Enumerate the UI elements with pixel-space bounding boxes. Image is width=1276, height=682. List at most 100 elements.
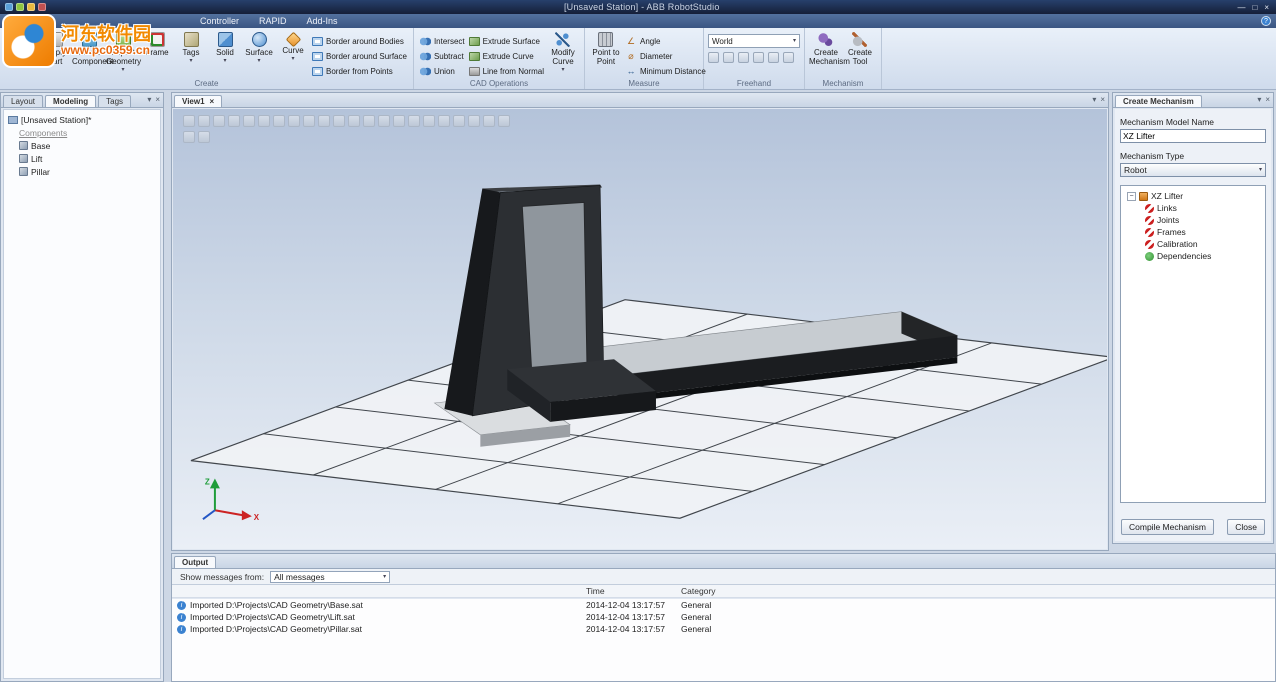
viewport-toolbar-icon[interactable]	[183, 115, 195, 127]
mechanism-tree-calibration[interactable]: Calibration	[1123, 238, 1263, 250]
viewport-toolbar-icon[interactable]	[363, 115, 375, 127]
viewport-toolbar-icon[interactable]	[213, 115, 225, 127]
viewport-toolbar-icon[interactable]	[438, 115, 450, 127]
redo-icon[interactable]	[38, 3, 46, 11]
collapse-icon[interactable]: −	[1127, 192, 1136, 201]
diameter-button[interactable]: Diameter	[623, 49, 699, 63]
jog-reorient-icon[interactable]	[768, 52, 779, 63]
viewport-toolbar-icon[interactable]	[393, 115, 405, 127]
import-geometry-button[interactable]: Import Geometry ▾	[106, 30, 140, 78]
reference-coordinate-select[interactable]: World ▾	[708, 34, 800, 48]
extrude-surface-button[interactable]: Extrude Surface	[467, 34, 546, 48]
viewport-toolbar-icon[interactable]	[333, 115, 345, 127]
app-icon[interactable]	[5, 3, 13, 11]
viewport-toolbar-icon[interactable]	[243, 115, 255, 127]
tree-item-pillar[interactable]: Pillar	[4, 165, 160, 178]
intersect-button[interactable]: Intersect	[418, 34, 467, 48]
help-icon[interactable]: ?	[1261, 16, 1271, 26]
viewport-toolbar-icon[interactable]	[303, 115, 315, 127]
output-row[interactable]: i Imported D:\Projects\CAD Geometry\Base…	[172, 599, 1275, 611]
pin-icon[interactable]: ▾	[1257, 95, 1261, 104]
point-to-point-button[interactable]: Point to Point	[589, 30, 623, 78]
message-filter-select[interactable]: All messages ▾	[270, 571, 390, 583]
mechanism-tree-joints[interactable]: Joints	[1123, 214, 1263, 226]
close-icon[interactable]: ×	[155, 95, 160, 104]
tree-item-lift[interactable]: Lift	[4, 152, 160, 165]
viewport-toolbar-icon[interactable]	[288, 115, 300, 127]
output-row[interactable]: i Imported D:\Projects\CAD Geometry\Lift…	[172, 611, 1275, 623]
jog-joint-icon[interactable]	[738, 52, 749, 63]
viewport-toolbar-icon[interactable]	[273, 115, 285, 127]
border-around-surface-button[interactable]: Border around Surface	[310, 49, 409, 63]
tab-layout[interactable]: Layout	[3, 95, 43, 107]
tree-item-base[interactable]: Base	[4, 139, 160, 152]
viewport-toolbar-icon[interactable]	[198, 131, 210, 143]
undo-icon[interactable]	[27, 3, 35, 11]
mechanism-tree-frames[interactable]: Frames	[1123, 226, 1263, 238]
3d-viewport[interactable]: X Z	[173, 109, 1107, 549]
ribbon-tab-addins[interactable]: Add-Ins	[297, 15, 348, 27]
angle-button[interactable]: Angle	[623, 34, 699, 48]
tab-modeling[interactable]: Modeling	[45, 95, 96, 107]
ribbon-tab-rapid[interactable]: RAPID	[249, 15, 297, 27]
view-close-icon[interactable]: ×	[210, 97, 215, 106]
extrude-curve-button[interactable]: Extrude Curve	[467, 49, 546, 63]
hand-icon[interactable]	[783, 52, 794, 63]
viewport-toolbar-icon[interactable]	[183, 131, 195, 143]
minimum-distance-button[interactable]: Minimum Distance	[623, 64, 699, 78]
component-group-button[interactable]: Component Group	[4, 30, 38, 78]
viewport-toolbar-icon[interactable]	[498, 115, 510, 127]
maximize-button[interactable]: □	[1252, 3, 1257, 12]
mechanism-tree-links[interactable]: Links	[1123, 202, 1263, 214]
smart-component-button[interactable]: Smart Component	[72, 30, 106, 78]
pin-icon[interactable]: ▾	[147, 95, 151, 104]
rotate-icon[interactable]	[723, 52, 734, 63]
mechanism-tree-dependencies[interactable]: Dependencies	[1123, 250, 1263, 262]
viewport-toolbar-icon[interactable]	[408, 115, 420, 127]
tree-item-station[interactable]: [Unsaved Station]*	[4, 113, 160, 126]
close-panel-button[interactable]: Close	[1227, 519, 1265, 535]
minimize-button[interactable]: —	[1237, 3, 1245, 12]
viewport-toolbar-icon[interactable]	[453, 115, 465, 127]
move-icon[interactable]	[708, 52, 719, 63]
curve-button[interactable]: Curve ▾	[276, 30, 310, 78]
viewport-toolbar-icon[interactable]	[198, 115, 210, 127]
viewport-toolbar-icon[interactable]	[228, 115, 240, 127]
close-button[interactable]: ×	[1264, 3, 1269, 12]
save-icon[interactable]	[16, 3, 24, 11]
viewport-toolbar-icon[interactable]	[348, 115, 360, 127]
surface-button[interactable]: Surface ▾	[242, 30, 276, 78]
tree-item-components[interactable]: Components	[4, 126, 160, 139]
mechanism-tree-root[interactable]: − XZ Lifter	[1123, 190, 1263, 202]
frame-button[interactable]: Frame	[140, 30, 174, 78]
line-from-normal-button[interactable]: Line from Normal	[467, 64, 546, 78]
viewport-toolbar-icon[interactable]	[258, 115, 270, 127]
create-mechanism-button[interactable]: Create Mechanism	[809, 30, 843, 78]
tab-output[interactable]: Output	[174, 556, 216, 568]
ribbon-tab-controller[interactable]: Controller	[190, 15, 249, 27]
pin-icon[interactable]: ▾	[1092, 95, 1096, 104]
mechanism-type-select[interactable]: Robot ▾	[1120, 163, 1266, 177]
tags-button[interactable]: Tags ▾	[174, 30, 208, 78]
tab-tags[interactable]: Tags	[98, 95, 131, 107]
viewport-toolbar-icon[interactable]	[318, 115, 330, 127]
tab-view1[interactable]: View1 ×	[174, 95, 222, 107]
subtract-button[interactable]: Subtract	[418, 49, 467, 63]
union-button[interactable]: Union	[418, 64, 467, 78]
solid-button[interactable]: Solid ▾	[208, 30, 242, 78]
compile-mechanism-button[interactable]: Compile Mechanism	[1121, 519, 1214, 535]
mechanism-model-name-input[interactable]	[1120, 129, 1266, 143]
output-row[interactable]: i Imported D:\Projects\CAD Geometry\Pill…	[172, 623, 1275, 635]
viewport-toolbar-icon[interactable]	[378, 115, 390, 127]
viewport-toolbar-icon[interactable]	[468, 115, 480, 127]
border-around-bodies-button[interactable]: Border around Bodies	[310, 34, 409, 48]
viewport-toolbar-icon[interactable]	[423, 115, 435, 127]
border-from-points-button[interactable]: Border from Points	[310, 64, 409, 78]
close-icon[interactable]: ×	[1265, 95, 1270, 104]
modify-curve-button[interactable]: Modify Curve ▾	[546, 30, 580, 78]
create-tool-button[interactable]: Create Tool	[843, 30, 877, 78]
close-icon[interactable]: ×	[1100, 95, 1105, 104]
jog-linear-icon[interactable]	[753, 52, 764, 63]
viewport-toolbar-icon[interactable]	[483, 115, 495, 127]
empty-part-button[interactable]: Empty Part	[38, 30, 72, 78]
